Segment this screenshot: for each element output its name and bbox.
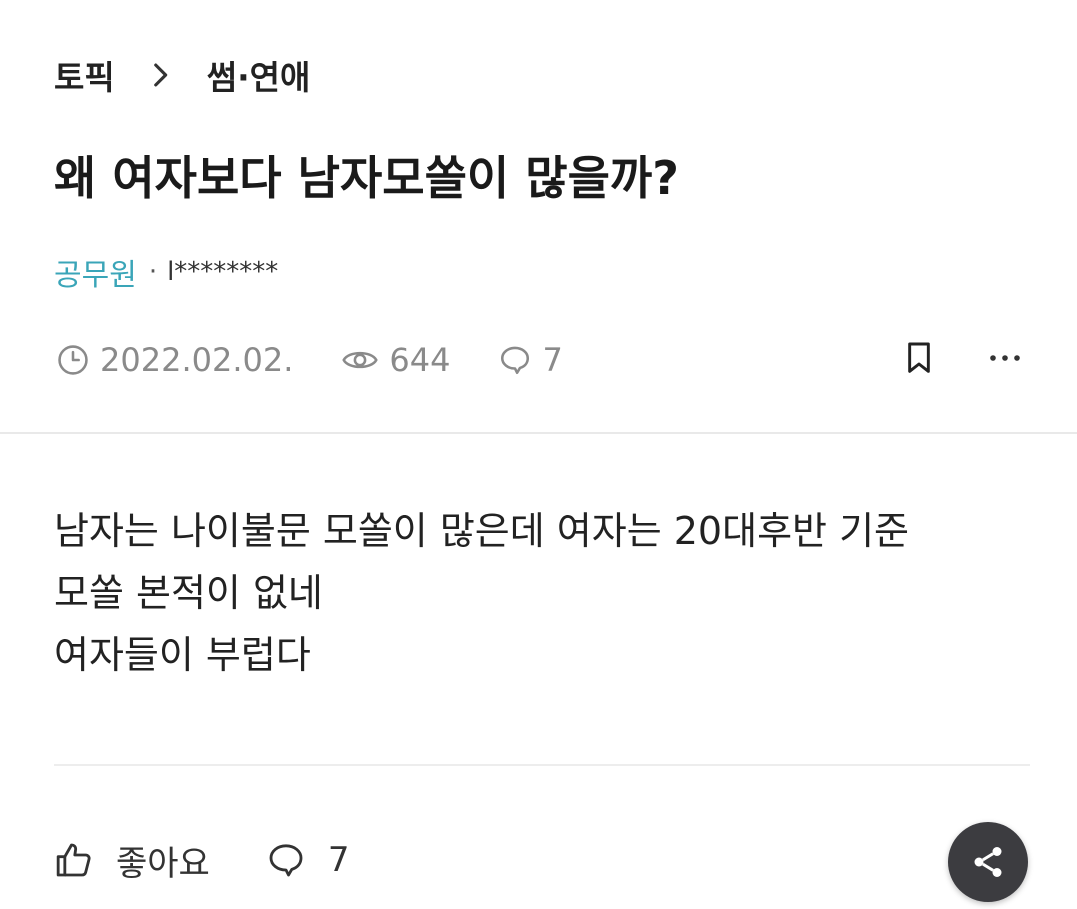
breadcrumb-topic-link[interactable]: 토픽 bbox=[54, 51, 115, 99]
comment-count: 7 bbox=[327, 840, 350, 880]
post-body-line: 여자들이 부럽다 bbox=[54, 633, 311, 677]
breadcrumb-category-link[interactable]: 썸·연애 bbox=[207, 51, 311, 99]
more-horizontal-icon bbox=[990, 355, 1020, 361]
post-title: 왜 여자보다 남자모쏠이 많을까? bbox=[54, 151, 679, 205]
post-body: 남자는 나이불문 모쏠이 많은데 여자는 20대후반 기준 모쏠 본적이 없네 … bbox=[54, 500, 909, 686]
post-body-line: 남자는 나이불문 모쏠이 많은데 여자는 20대후반 기준 bbox=[54, 509, 909, 553]
post-views: 644 bbox=[341, 341, 450, 379]
breadcrumb: 토픽 썸·연애 bbox=[54, 52, 310, 98]
clock-icon bbox=[58, 345, 88, 375]
like-label: 좋아요 bbox=[116, 843, 210, 884]
author-separator: · bbox=[148, 257, 158, 287]
post-meta: 2022.02.02. 644 7 bbox=[56, 338, 611, 382]
speech-bubble-icon bbox=[501, 346, 530, 375]
author-job[interactable]: 공무원 bbox=[54, 250, 137, 294]
post-date: 2022.02.02. bbox=[56, 341, 293, 379]
chevron-right-icon bbox=[153, 63, 167, 87]
author-nickname[interactable]: l******** bbox=[167, 257, 278, 287]
post-date-text: 2022.02.02. bbox=[100, 341, 294, 379]
bookmark-button[interactable] bbox=[903, 340, 935, 376]
post-views-count: 644 bbox=[389, 341, 451, 379]
post-comments: 7 bbox=[498, 341, 563, 379]
thumbs-up-icon bbox=[56, 843, 91, 877]
bookmark-icon bbox=[908, 342, 930, 373]
eye-icon bbox=[342, 351, 378, 369]
header-divider bbox=[0, 432, 1077, 434]
author-info: 공무원 · l******** bbox=[54, 250, 278, 294]
comment-button[interactable]: 7 bbox=[266, 840, 350, 880]
post-comments-count: 7 bbox=[542, 341, 563, 379]
speech-bubble-icon bbox=[269, 844, 303, 877]
post-actions bbox=[903, 336, 1021, 380]
more-options-button[interactable] bbox=[989, 353, 1021, 363]
content-divider bbox=[54, 764, 1030, 766]
post-reactions: 좋아요 7 bbox=[54, 836, 405, 884]
like-button[interactable]: 좋아요 bbox=[54, 836, 210, 885]
share-button[interactable] bbox=[948, 822, 1028, 902]
post-body-line: 모쏠 본적이 없네 bbox=[54, 571, 323, 615]
share-icon bbox=[974, 847, 1002, 877]
